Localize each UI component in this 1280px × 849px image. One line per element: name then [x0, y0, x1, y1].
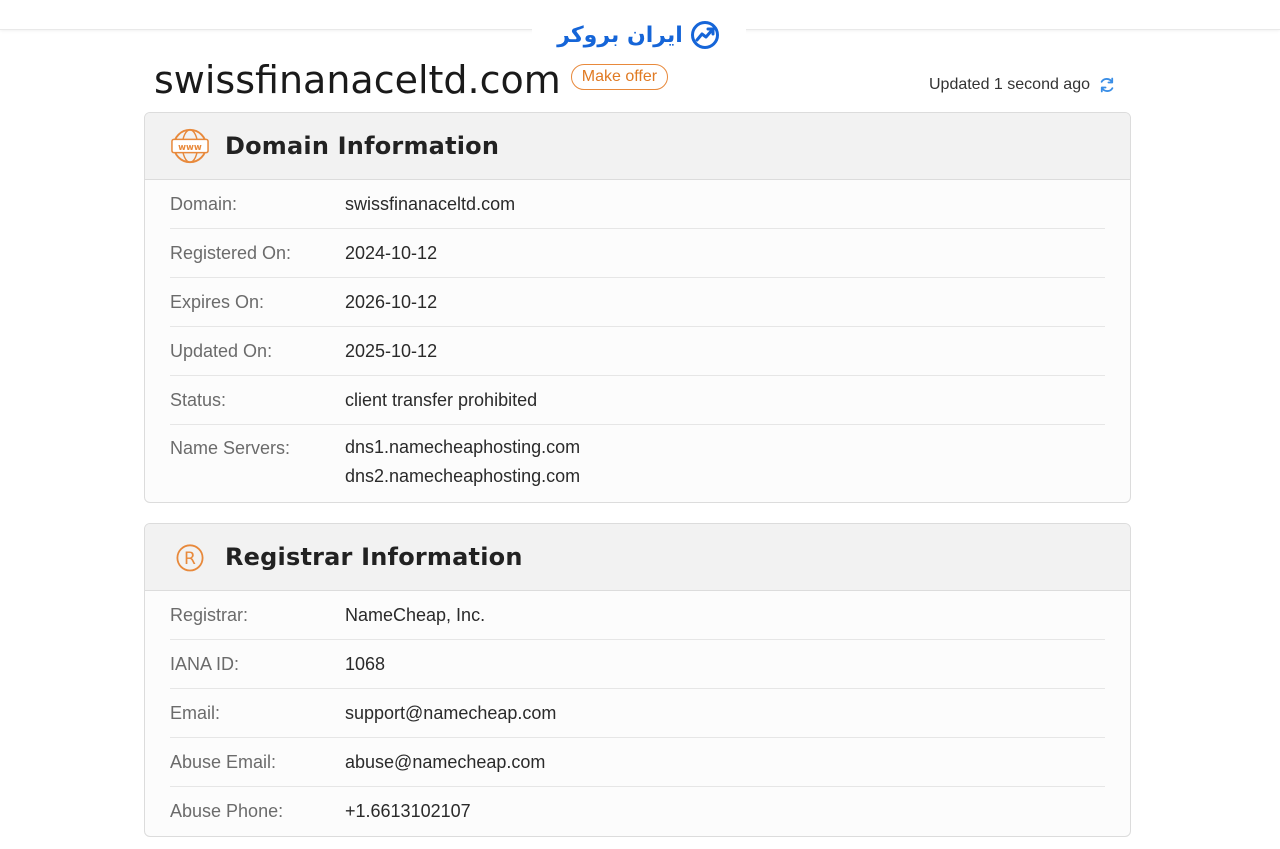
info-row-domain: Domain: swissfinanaceltd.com: [170, 180, 1105, 229]
name-server-2: dns2.namecheaphosting.com: [345, 466, 581, 486]
row-value: 2024-10-12: [345, 242, 438, 263]
row-label: Abuse Phone:: [170, 801, 284, 821]
logo-text: ایران بروکر: [557, 22, 683, 48]
row-value: NameCheap, Inc.: [345, 604, 486, 625]
title-row: swissfinanaceltd.com Make offer: [154, 58, 669, 102]
info-row-email: Email: support@namecheap.com: [170, 689, 1105, 738]
svg-text:www: www: [178, 143, 202, 153]
row-value: 2026-10-12: [345, 291, 438, 312]
site-logo[interactable]: ایران بروکر: [532, 14, 746, 56]
info-row-registrar: Registrar: NameCheap, Inc.: [170, 591, 1105, 640]
row-label: Name Servers:: [170, 438, 291, 458]
info-row-updated-on: Updated On: 2025-10-12: [170, 327, 1105, 376]
row-value: +1.6613102107: [345, 801, 471, 821]
row-label: Email:: [170, 702, 221, 723]
updated-text: Updated 1 second ago: [928, 76, 1090, 93]
registrar-information-card: R Registrar Information Registrar: NameC…: [144, 523, 1131, 837]
row-label: Updated On:: [170, 340, 273, 361]
row-label: IANA ID:: [170, 653, 240, 674]
refresh-icon[interactable]: [1098, 76, 1116, 94]
row-label: Domain:: [170, 193, 238, 214]
info-row-abuse-email: Abuse Email: abuse@namecheap.com: [170, 738, 1105, 787]
row-value: abuse@namecheap.com: [345, 751, 546, 772]
svg-text:R: R: [184, 549, 196, 569]
card-header: R Registrar Information: [145, 524, 1130, 591]
info-row-name-servers: Name Servers: dns1.namecheaphosting.com …: [170, 425, 1105, 491]
info-row-registered-on: Registered On: 2024-10-12: [170, 229, 1105, 278]
page-title: swissfinanaceltd.com: [154, 58, 561, 102]
row-label: Registrar:: [170, 604, 249, 625]
row-label: Registered On:: [170, 242, 292, 263]
updated-status: Updated 1 second ago: [929, 76, 1116, 94]
info-row-expires-on: Expires On: 2026-10-12: [170, 278, 1105, 327]
info-row-status: Status: client transfer prohibited: [170, 376, 1105, 425]
row-value: 2025-10-12: [345, 340, 438, 361]
info-row-iana-id: IANA ID: 1068: [170, 640, 1105, 689]
card-title: Domain Information: [225, 132, 500, 160]
domain-information-card: www Domain Information Domain: swissfina…: [144, 112, 1131, 503]
card-header: www Domain Information: [145, 113, 1130, 180]
name-server-1: dns1.namecheaphosting.com: [345, 437, 581, 457]
row-label: Status:: [170, 389, 227, 410]
row-label: Expires On:: [170, 291, 265, 312]
www-icon: www: [171, 127, 209, 165]
registered-icon: R: [171, 538, 209, 576]
make-offer-button[interactable]: Make offer: [570, 64, 669, 90]
row-value: support@namecheap.com: [345, 702, 557, 723]
row-label: Abuse Email:: [170, 751, 277, 772]
row-value: swissfinanaceltd.com: [345, 193, 516, 214]
row-value: 1068: [345, 653, 386, 674]
card-title: Registrar Information: [225, 543, 523, 571]
row-value: dns1.namecheaphosting.com dns2.namecheap…: [345, 437, 580, 491]
info-row-abuse-phone: Abuse Phone: +1.6613102107: [170, 787, 1105, 836]
row-value: client transfer prohibited: [345, 389, 538, 410]
chart-trend-icon: [690, 21, 719, 49]
